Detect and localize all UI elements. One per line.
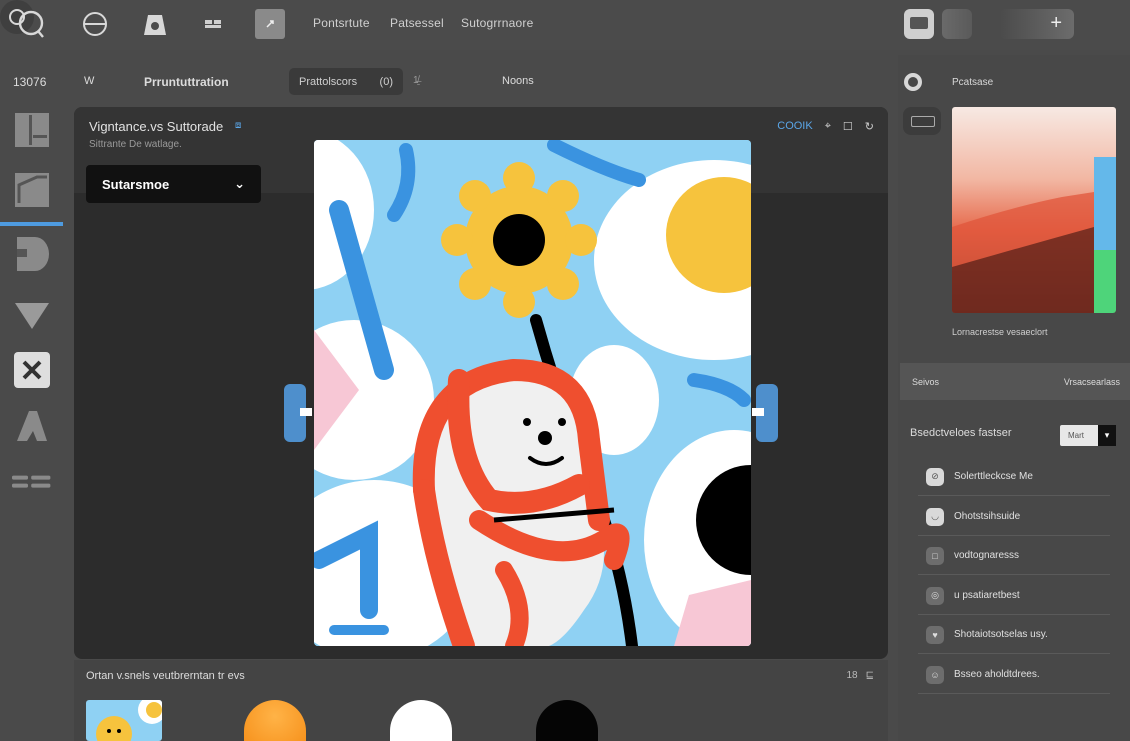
- mode-label[interactable]: W: [84, 75, 94, 87]
- variations-label: Ortan v.snels veutbrerntan tr evs: [86, 670, 245, 682]
- list-item[interactable]: ♥ Shotaiotsotselas usy.: [918, 616, 1110, 654]
- layers-tool-icon[interactable]: [12, 110, 52, 150]
- hue-slider-green[interactable]: [1094, 250, 1116, 313]
- color-picker[interactable]: [952, 107, 1116, 313]
- smile-icon: ☺: [926, 665, 944, 684]
- text-tool-icon[interactable]: [12, 234, 52, 274]
- section-header-right: Vrsacsearlass: [1063, 376, 1120, 387]
- panel-toggle-button[interactable]: [904, 9, 934, 39]
- menu-item-1[interactable]: Pontsrtute: [313, 16, 370, 30]
- variation-thumbnail-4[interactable]: [536, 700, 598, 741]
- active-tool-indicator: [0, 222, 63, 226]
- color-picker-label: Lornacrestse vesaeclort: [952, 327, 1048, 337]
- canvas-actions: COOIK ⌖ ☐ ↻: [777, 120, 874, 133]
- pen-tool-icon[interactable]: [12, 406, 52, 446]
- menu-item-3[interactable]: Sutogrrnaore: [461, 16, 533, 30]
- crop-icon[interactable]: ⌖: [825, 120, 831, 133]
- globe-icon[interactable]: [80, 9, 110, 39]
- close-tool-icon[interactable]: [12, 350, 52, 390]
- status-text: Noons: [502, 75, 534, 87]
- panel-header: Pcatsase: [952, 77, 994, 88]
- variations-strip: Ortan v.snels veutbrerntan tr evs 18 ⊑: [74, 660, 888, 741]
- list-item-label: Ohotstsihsuide: [954, 511, 1021, 522]
- expand-icon[interactable]: ⊑: [866, 670, 874, 681]
- option-label: Bsedctveloes fastser: [910, 427, 1012, 439]
- record-icon[interactable]: [904, 73, 922, 91]
- variation-thumbnail-1[interactable]: [86, 700, 162, 741]
- section-header[interactable]: Seivos Vrsacsearlass: [900, 363, 1130, 400]
- refresh-icon[interactable]: ↻: [865, 120, 874, 133]
- bag-icon[interactable]: [140, 9, 170, 39]
- layer-button[interactable]: [942, 9, 972, 39]
- info-icon[interactable]: ⧈: [235, 120, 241, 131]
- shape-tool-icon[interactable]: [12, 296, 52, 336]
- list-item[interactable]: □ vodtognaresss: [918, 537, 1110, 575]
- list-item[interactable]: ☺ Bsseo aholdtdrees.: [918, 656, 1110, 694]
- frame-icon[interactable]: ☐: [843, 120, 853, 133]
- option-select-value: Mart: [1068, 431, 1084, 440]
- filter-icon: ⊘: [926, 467, 944, 486]
- list-item[interactable]: ◡ Ohotstsihsuide: [918, 498, 1110, 536]
- group-value: 1̸̶̱: [413, 75, 419, 86]
- canvas-subtitle: Sittrante De watlage.: [89, 139, 182, 150]
- menu-tool-icon[interactable]: [12, 462, 52, 502]
- heart-icon: ♥: [926, 625, 944, 644]
- menu-item-2[interactable]: Patsessel: [390, 16, 444, 30]
- variation-thumbnail-2[interactable]: [244, 700, 306, 741]
- add-button[interactable]: +: [1000, 9, 1074, 39]
- artwork-illustration: [314, 140, 751, 646]
- grid-icon[interactable]: [198, 9, 228, 39]
- previous-handle[interactable]: [284, 384, 312, 442]
- properties-panel: Pcatsase Lornacrestse vesaeclort Seivos …: [898, 55, 1130, 741]
- left-toolbar: [0, 100, 64, 500]
- top-bar: Pontsrtute Patsessel Sutogrrnaore +: [0, 0, 1130, 50]
- variations-count-group: 18 ⊑: [846, 670, 874, 681]
- artwork-canvas[interactable]: [314, 140, 751, 646]
- target-icon: ◎: [926, 586, 944, 605]
- color-picker-gradient: [952, 192, 1094, 313]
- search-icon[interactable]: [17, 9, 47, 39]
- next-handle[interactable]: [752, 384, 778, 442]
- preset-dropdown-value: Sutarsmoe: [102, 176, 170, 192]
- list-item-label: u psatiaretbest: [954, 590, 1020, 601]
- list-item-label: Solerttleckcse Me: [954, 471, 1033, 482]
- hue-slider-blue[interactable]: [1094, 157, 1116, 250]
- cloud-icon: ◡: [926, 507, 944, 526]
- document-id: 13076: [13, 75, 47, 89]
- variations-count: 18: [846, 670, 858, 681]
- list-item-label: vodtognaresss: [954, 550, 1020, 561]
- section-header-left: Seivos: [912, 376, 940, 387]
- preset-dropdown[interactable]: Sutarsmoe ⌄: [86, 165, 261, 203]
- zoom-field-value: (0): [379, 75, 393, 88]
- crop-tool-icon[interactable]: [12, 170, 52, 210]
- list-item[interactable]: ⊘ Solerttleckcse Me: [918, 458, 1110, 496]
- chevron-down-icon: ⌄: [234, 176, 245, 191]
- canvas-link[interactable]: COOIK: [777, 120, 812, 133]
- canvas-title: Vigntance.vs Suttorade: [89, 119, 224, 134]
- zoom-field[interactable]: Prattolscors (0): [289, 68, 403, 95]
- list-item-label: Shotaiotsotselas usy.: [954, 629, 1048, 640]
- zoom-field-label: Prattolscors: [299, 75, 358, 88]
- list-item-label: Bsseo aholdtdrees.: [954, 669, 1040, 680]
- variation-thumbnail-3[interactable]: [390, 700, 452, 741]
- document-title: Prruntuttration: [144, 75, 229, 89]
- option-select[interactable]: Mart: [1060, 425, 1116, 446]
- list-item[interactable]: ◎ u psatiaretbest: [918, 577, 1110, 615]
- pointer-icon[interactable]: [255, 9, 285, 39]
- swatch-button[interactable]: [903, 107, 941, 135]
- square-icon: □: [926, 546, 944, 565]
